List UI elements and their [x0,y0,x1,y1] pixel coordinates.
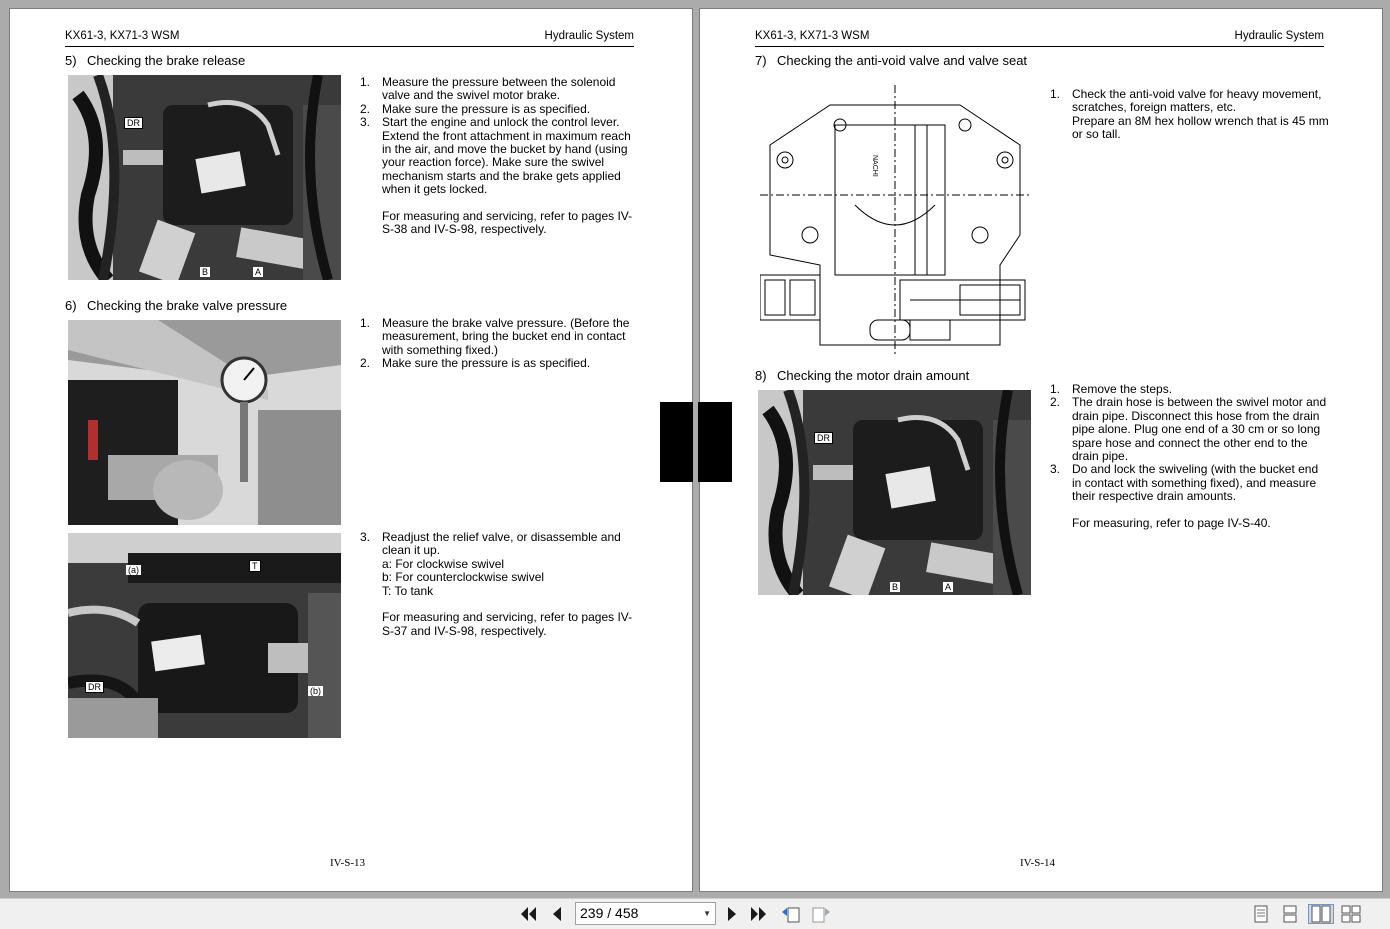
step: 3. Do and lock the swiveling (with the bu… [1050,462,1319,504]
step: 1. Remove the steps. [1050,382,1173,396]
section-7-steps: 1. Check the anti-void valve for heavy mo… [1050,87,1330,142]
continuous-icon[interactable] [1279,904,1301,924]
facing-pages-icon[interactable] [1308,904,1334,924]
section-8-steps: 1. Remove the steps. 2. The drain hose is … [1050,382,1330,531]
legend-item: a: For clockwise swivel [382,556,505,571]
navigation-toolbar: 239 / 458 ▼ [0,898,1390,929]
label-b: B [200,267,211,277]
legend-item: b: For counterclockwise swivel [382,570,545,585]
step: 2. The drain hose is between the swivel m… [1050,395,1327,464]
reference-note: For measuring, refer to page IV-S-40. [1072,516,1271,531]
step: 1. Measure the pressure between the solen… [360,75,616,103]
section-5-title: 5) Checking the brake release [65,53,246,68]
page-header: KX61-3, KX71-3 WSM Hydraulic System [65,30,634,47]
drawing-brand: NACHI [871,155,878,177]
anti-void-valve-drawing: NACHI [759,85,1030,355]
label-b-port: (b) [308,686,323,696]
section-5-steps: 1. Measure the pressure between the solen… [360,75,640,237]
relief-valve-photo: (a) T DR (b) [68,533,341,738]
first-page-icon[interactable] [518,904,540,924]
motor-drain-photo: DR B A [758,390,1031,595]
page-number-select[interactable]: 239 / 458 ▼ [575,902,716,925]
reference-note: For measuring and servicing, refer to pa… [382,209,633,237]
last-page-icon[interactable] [748,904,770,924]
step: 1. Check the anti-void valve for heavy mo… [1050,87,1322,115]
next-page-icon[interactable] [721,904,743,924]
brake-release-photo: DR B A [68,75,341,280]
legend-item: T: To tank [382,583,434,598]
label-dr: DR [124,117,143,129]
label-dr: DR [814,432,833,444]
label-a-port: (a) [126,565,141,575]
right-page: KX61-3, KX71-3 WSM Hydraulic System 7) Ch… [699,8,1383,892]
label-a: A [943,582,954,592]
single-page-icon[interactable] [1250,904,1272,924]
facing-continuous-icon[interactable] [1340,904,1362,924]
document-viewport[interactable]: KX61-3, KX71-3 WSM Hydraulic System 5) Ch… [0,0,1390,898]
section-6-steps: 1. Measure the brake valve pressure. (Bef… [360,316,640,371]
page-number: IV-S-13 [330,857,366,869]
step-note: Prepare an 8M hex hollow wrench that is … [1072,113,1329,142]
label-a: A [253,267,264,277]
page-number: IV-S-14 [1020,857,1056,869]
header-model: KX61-3, KX71-3 WSM [755,30,870,42]
step: 3. Readjust the relief valve, or disassem… [360,530,621,558]
chevron-down-icon: ▼ [703,909,711,918]
page-tab-marker [660,402,732,482]
left-page: KX61-3, KX71-3 WSM Hydraulic System 5) Ch… [9,8,693,892]
section-7-title: 7) Checking the anti-void valve and valve… [755,53,1028,68]
step: 3. Start the engine and unlock the contro… [360,115,631,197]
step: 2. Make sure the pressure is as specified… [360,101,591,116]
step: 1. Measure the brake valve pressure. (Bef… [360,316,630,357]
section-6-title: 6) Checking the brake valve pressure [65,298,288,313]
go-back-icon[interactable] [780,904,802,924]
go-forward-icon[interactable] [810,904,832,924]
header-section: Hydraulic System [1234,30,1324,42]
header-section: Hydraulic System [544,30,634,42]
pressure-gauge-photo [68,320,341,525]
section-8-title: 8) Checking the motor drain amount [755,368,970,383]
label-b: B [890,582,901,592]
header-model: KX61-3, KX71-3 WSM [65,30,180,42]
step: 2. Make sure the pressure is as specified… [360,356,591,371]
page-header: KX61-3, KX71-3 WSM Hydraulic System [755,30,1324,47]
label-dr: DR [85,681,104,693]
label-t: T [249,560,261,572]
section-6-step-3: 3. Readjust the relief valve, or disassem… [360,530,640,638]
prev-page-icon[interactable] [546,904,568,924]
reference-note: For measuring and servicing, refer to pa… [382,610,633,638]
